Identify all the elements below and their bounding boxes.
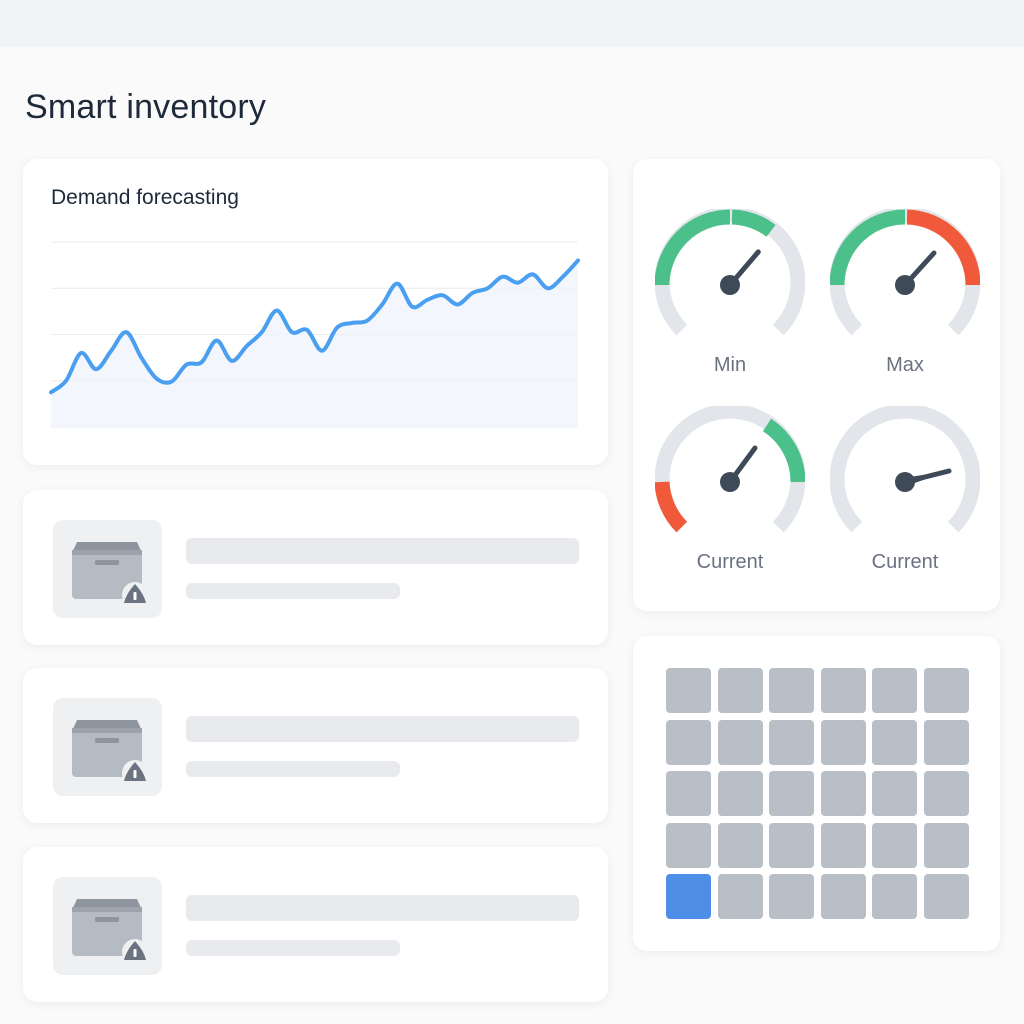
box-warning-icon (72, 899, 148, 965)
storage-bin[interactable] (872, 668, 918, 713)
gauge-min-label: Min (713, 354, 747, 376)
storage-bin[interactable] (924, 719, 969, 765)
item-name-placeholder (186, 716, 579, 742)
gauge-max-label: Max (886, 354, 924, 376)
storage-bin[interactable] (666, 771, 711, 817)
demand-forecasting-card[interactable]: Demand forecasting (23, 159, 608, 465)
storage-bin[interactable] (924, 668, 969, 713)
item-name-placeholder (186, 895, 579, 921)
storage-bin[interactable] (872, 874, 918, 920)
storage-bin[interactable] (769, 874, 815, 920)
box-warning-icon (72, 720, 148, 786)
storage-bin[interactable] (924, 771, 969, 817)
storage-bin-grid-card (633, 636, 1000, 951)
gauge-max-dial (829, 206, 981, 336)
gauge-current-secondary[interactable]: Current (829, 403, 981, 596)
storage-bin[interactable] (872, 822, 918, 868)
storage-bin[interactable] (820, 771, 866, 817)
storage-bin[interactable] (820, 668, 866, 713)
gauge-min-dial (654, 206, 806, 336)
storage-bin[interactable] (717, 771, 763, 817)
inventory-item-card[interactable] (23, 668, 608, 823)
storage-bin[interactable] (924, 822, 969, 868)
storage-bin[interactable] (924, 874, 969, 920)
gauge-current-secondary-label: Current (871, 551, 939, 573)
page-title: Smart inventory (25, 88, 267, 126)
storage-bin-selected[interactable] (666, 874, 711, 920)
gauge-current-dial (654, 403, 806, 533)
inventory-item-thumbnail (53, 698, 162, 796)
item-detail-placeholder (186, 583, 400, 599)
storage-bin[interactable] (769, 719, 815, 765)
storage-bin[interactable] (717, 668, 763, 713)
storage-bin[interactable] (666, 719, 711, 765)
storage-bin[interactable] (820, 822, 866, 868)
demand-forecast-chart (49, 241, 580, 428)
storage-bin[interactable] (717, 822, 763, 868)
item-detail-placeholder (186, 761, 400, 777)
stock-level-gauges-card: Min Max Current Current (633, 159, 1000, 611)
storage-bin[interactable] (666, 822, 711, 868)
gauge-max[interactable]: Max (829, 206, 981, 399)
storage-bin[interactable] (820, 874, 866, 920)
storage-bin[interactable] (769, 771, 815, 817)
storage-bin[interactable] (717, 719, 763, 765)
gauge-current[interactable]: Current (654, 403, 806, 596)
gauge-current-label: Current (696, 551, 764, 573)
storage-bin[interactable] (666, 668, 711, 713)
storage-bin[interactable] (872, 771, 918, 817)
storage-bin[interactable] (872, 719, 918, 765)
gauge-min[interactable]: Min (654, 206, 806, 399)
storage-bin[interactable] (769, 822, 815, 868)
inventory-item-thumbnail (53, 877, 162, 975)
inventory-item-card[interactable] (23, 847, 608, 1002)
storage-bin[interactable] (717, 874, 763, 920)
box-warning-icon (72, 542, 148, 608)
inventory-item-card[interactable] (23, 490, 608, 645)
inventory-item-thumbnail (53, 520, 162, 618)
item-name-placeholder (186, 538, 579, 564)
gauge-current-secondary-dial (829, 403, 981, 533)
storage-bin[interactable] (769, 668, 815, 713)
top-bar (0, 0, 1024, 47)
storage-bin[interactable] (820, 719, 866, 765)
item-detail-placeholder (186, 940, 400, 956)
